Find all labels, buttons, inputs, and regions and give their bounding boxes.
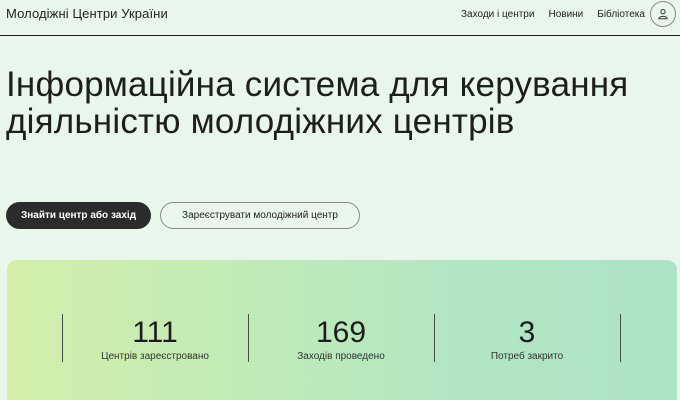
nav-link-library[interactable]: Бібліотека — [597, 9, 645, 20]
stat-events: 169 Заходів проведено — [248, 316, 434, 363]
stat-centers: 111 Центрів зареєстровано — [62, 316, 248, 363]
page: Молодіжні Центри України Заходи і центри… — [0, 0, 680, 400]
profile-button[interactable] — [650, 1, 676, 27]
stat-needs: 3 Потреб закрито — [434, 316, 620, 363]
stat-value: 111 — [132, 316, 178, 349]
user-icon — [658, 9, 668, 20]
site-logo[interactable]: Молодіжні Центри України — [6, 6, 168, 21]
stat-value: 3 — [518, 316, 536, 349]
stats-card: 111 Центрів зареєстровано 169 Заходів пр… — [7, 260, 677, 400]
register-center-button[interactable]: Зареєструвати молодіжний центр — [160, 202, 360, 229]
stat-label: Потреб закрито — [490, 351, 564, 362]
find-center-button[interactable]: Знайти центр або захід — [6, 202, 151, 229]
site-header: Молодіжні Центри України Заходи і центри… — [0, 0, 680, 36]
stat-value: 169 — [315, 316, 367, 349]
nav-link-news[interactable]: Новини — [548, 9, 583, 20]
stat-label: Центрів зареєстровано — [101, 351, 209, 362]
main-nav: Заходи і центри Новини Бібліотека — [461, 9, 645, 20]
stat-label: Заходів проведено — [297, 351, 385, 362]
hero-title: Інформаційна система для керування діяль… — [6, 65, 629, 141]
stats-divider — [620, 314, 621, 362]
nav-link-events-centers[interactable]: Заходи і центри — [461, 9, 534, 20]
